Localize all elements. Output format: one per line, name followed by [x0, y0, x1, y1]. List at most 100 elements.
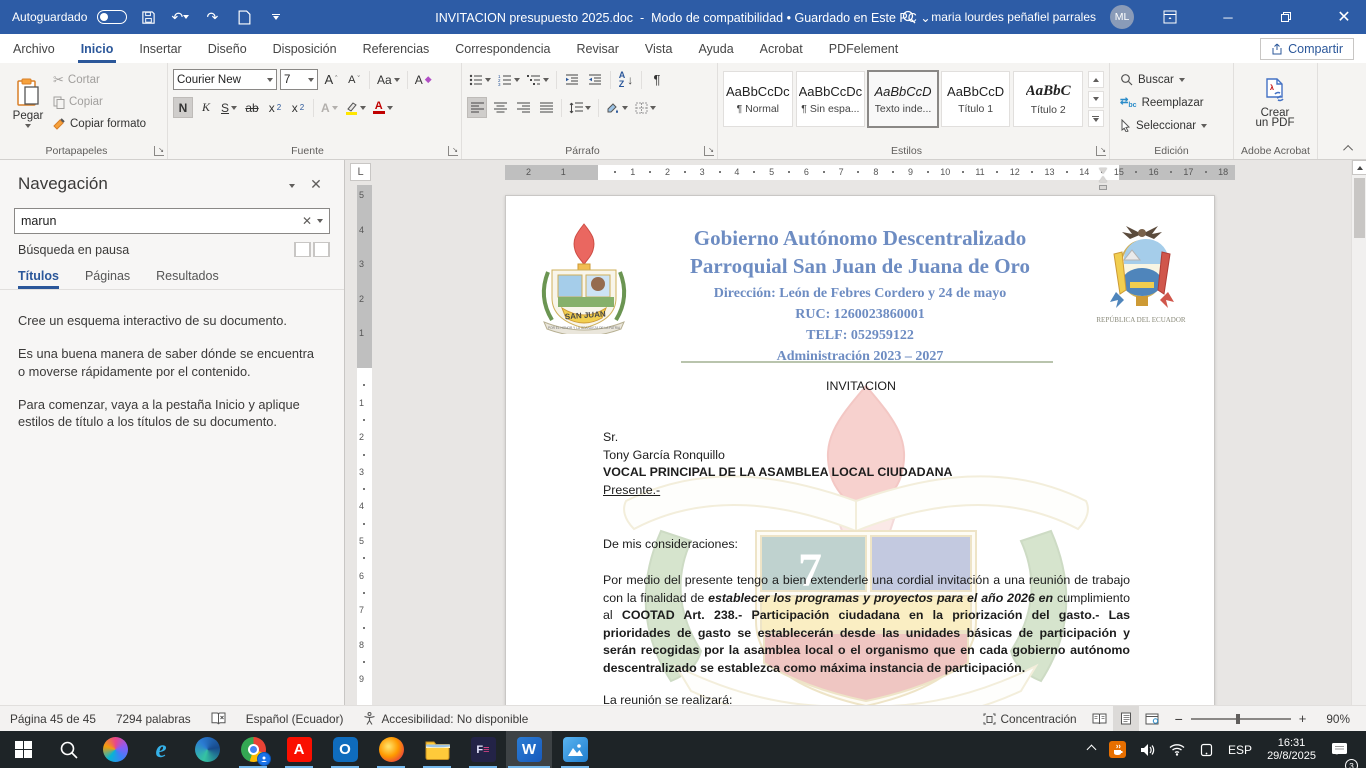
tab-archivo[interactable]: Archivo: [0, 34, 68, 63]
align-left-button[interactable]: [467, 97, 487, 118]
focus-mode-button[interactable]: Concentración: [973, 712, 1087, 726]
share-button[interactable]: Compartir: [1260, 38, 1354, 60]
clear-search-icon[interactable]: ✕: [297, 214, 317, 228]
italic-button[interactable]: K: [196, 97, 216, 118]
align-right-button[interactable]: [513, 97, 533, 118]
replace-button[interactable]: ⇄bc Reemplazar: [1120, 92, 1228, 113]
copy-button[interactable]: Copiar: [51, 91, 148, 113]
strikethrough-button[interactable]: ab: [242, 97, 262, 118]
navigation-search-box[interactable]: ✕: [14, 208, 330, 234]
undo-button[interactable]: ↶: [169, 6, 191, 28]
customize-qat-icon[interactable]: [265, 6, 287, 28]
internet-explorer-icon[interactable]: e: [138, 731, 184, 768]
highlight-button[interactable]: [343, 97, 368, 118]
clock[interactable]: 16:31 29/8/2025: [1259, 737, 1324, 763]
tab-acrobat[interactable]: Acrobat: [747, 34, 816, 63]
paste-button[interactable]: Pegar: [5, 67, 51, 139]
word-count[interactable]: 7294 palabras: [106, 712, 201, 726]
shrink-font-button[interactable]: Aˇ: [344, 69, 364, 90]
styles-scroll-down[interactable]: [1088, 91, 1104, 108]
account-name[interactable]: maria lourdes peñafiel parrales: [931, 10, 1096, 24]
line-spacing-button[interactable]: [567, 97, 593, 118]
language-indicator[interactable]: Español (Ecuador): [236, 712, 354, 726]
zoom-level[interactable]: 90%: [1316, 712, 1366, 726]
align-center-button[interactable]: [490, 97, 510, 118]
autosave-toggle[interactable]: [97, 10, 127, 24]
minimize-button[interactable]: ─: [1206, 0, 1250, 34]
photos-icon[interactable]: [552, 731, 598, 768]
borders-button[interactable]: [633, 97, 658, 118]
select-button[interactable]: Seleccionar: [1120, 115, 1228, 136]
web-layout-button[interactable]: [1139, 706, 1165, 731]
styles-more[interactable]: [1088, 110, 1104, 127]
paragraph-dialog-launcher[interactable]: ↘: [704, 146, 714, 156]
tab-disposicion[interactable]: Disposición: [260, 34, 350, 63]
volume-icon[interactable]: [1133, 731, 1162, 768]
first-line-indent-marker[interactable]: [1099, 168, 1107, 174]
firefox-icon[interactable]: [368, 731, 414, 768]
document-page[interactable]: 7 SAN JUAN: [505, 195, 1215, 755]
taskbar-search-icon[interactable]: [46, 731, 92, 768]
tray-expand-icon[interactable]: [1081, 731, 1102, 768]
format-painter-button[interactable]: Copiar formato: [51, 113, 148, 135]
notifications-icon[interactable]: 3: [1324, 731, 1360, 768]
style-titulo-2[interactable]: AaBbC Título 2: [1013, 71, 1083, 127]
print-layout-button[interactable]: [1113, 706, 1139, 731]
clear-formatting-button[interactable]: A◆: [413, 69, 434, 90]
save-icon[interactable]: [137, 6, 159, 28]
close-button[interactable]: ✕: [1322, 0, 1366, 34]
language-switcher[interactable]: ESP: [1221, 731, 1259, 768]
fec-app-icon[interactable]: F≡: [460, 731, 506, 768]
start-button[interactable]: [0, 731, 46, 768]
proofing-icon[interactable]: [201, 712, 236, 725]
change-case-button[interactable]: Aa: [375, 69, 402, 90]
tab-inicio[interactable]: Inicio: [68, 34, 127, 63]
styles-scroll-up[interactable]: [1088, 71, 1104, 88]
grow-font-button[interactable]: Aˆ: [321, 69, 341, 90]
wifi-icon[interactable]: [1162, 731, 1192, 768]
style-texto-independiente[interactable]: AaBbCcD Texto inde...: [868, 71, 938, 127]
redo-button[interactable]: ↷: [201, 6, 223, 28]
multilevel-list-button[interactable]: [525, 69, 551, 90]
tab-ayuda[interactable]: Ayuda: [685, 34, 746, 63]
horizontal-ruler[interactable]: 12123456789101112131415161718: [505, 165, 1235, 180]
collapse-ribbon-button[interactable]: [1340, 141, 1358, 155]
zoom-out-button[interactable]: −: [1165, 711, 1183, 727]
find-button[interactable]: Buscar: [1120, 69, 1228, 90]
zoom-slider[interactable]: [1191, 718, 1291, 720]
justify-button[interactable]: [536, 97, 556, 118]
tab-correspondencia[interactable]: Correspondencia: [442, 34, 563, 63]
tab-pdfelement[interactable]: PDFelement: [816, 34, 911, 63]
tab-revisar[interactable]: Revisar: [563, 34, 631, 63]
avatar[interactable]: ML: [1110, 5, 1134, 29]
document-icon[interactable]: [233, 6, 255, 28]
left-indent-marker[interactable]: [1099, 185, 1107, 190]
navigation-search-input[interactable]: [21, 214, 297, 228]
underline-button[interactable]: S: [219, 97, 239, 118]
navigation-close-icon[interactable]: ✕: [304, 176, 328, 193]
show-marks-button[interactable]: ¶: [647, 69, 667, 90]
previous-result-button[interactable]: [294, 242, 311, 257]
vertical-scrollbar[interactable]: [1351, 160, 1366, 705]
scrollbar-thumb[interactable]: [1354, 178, 1365, 238]
font-color-button[interactable]: A: [371, 97, 395, 118]
vertical-ruler[interactable]: 54321123456789: [357, 185, 372, 705]
create-pdf-button[interactable]: λ Crear un PDF: [1239, 67, 1311, 139]
outlook-icon[interactable]: O: [322, 731, 368, 768]
subscript-button[interactable]: x2: [265, 97, 285, 118]
increase-indent-button[interactable]: [585, 69, 605, 90]
edge-icon[interactable]: [184, 731, 230, 768]
page-indicator[interactable]: Página 45 de 45: [0, 712, 106, 726]
bold-button[interactable]: N: [173, 97, 193, 118]
restore-button[interactable]: [1264, 0, 1308, 34]
read-mode-button[interactable]: [1087, 706, 1113, 731]
numbering-button[interactable]: 123: [496, 69, 522, 90]
shading-button[interactable]: [604, 97, 630, 118]
tab-diseno[interactable]: Diseño: [195, 34, 260, 63]
sort-button[interactable]: AZ↓: [616, 69, 636, 90]
font-family-combo[interactable]: Courier New: [173, 69, 277, 90]
style-normal[interactable]: AaBbCcDc ¶ Normal: [723, 71, 793, 127]
cut-button[interactable]: ✂Cortar: [51, 69, 148, 91]
hanging-indent-marker[interactable]: [1099, 176, 1107, 182]
chrome-icon[interactable]: [230, 731, 276, 768]
